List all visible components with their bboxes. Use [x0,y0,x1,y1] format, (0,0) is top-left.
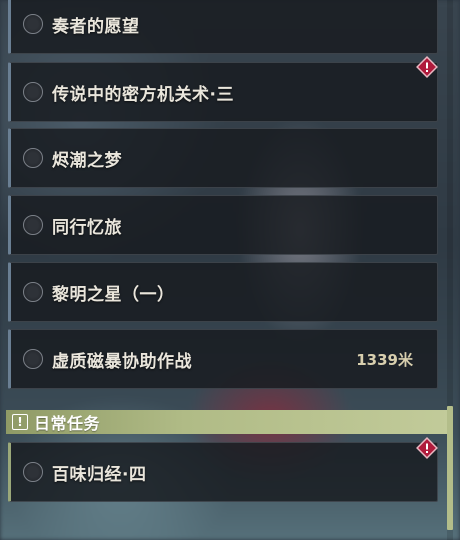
section-label: 日常任务 [34,414,101,433]
quest-title: 奏者的愿望 [52,16,140,37]
quest-track-radio[interactable] [23,148,43,168]
quest-title: 传说中的密方机关术·三 [52,84,234,105]
quest-item-1[interactable]: 奏者的愿望 [8,0,438,54]
quest-title: 虚质磁暴协助作战 [52,351,192,372]
quest-track-radio[interactable] [23,282,43,302]
alert-diamond-icon [416,437,438,459]
quest-title: 黎明之星（一） [52,284,175,305]
quest-distance: 1339米 [356,350,413,369]
daily-quest-item-1[interactable]: 百味归经·四 [8,442,438,502]
daily-quests-header[interactable]: ! 日常任务 [6,410,452,434]
quest-title: 百味归经·四 [52,464,147,485]
quest-title: 同行忆旅 [52,217,122,238]
exclamation-icon: ! [12,414,28,430]
quest-track-radio[interactable] [23,349,43,369]
quest-item-2[interactable]: 传说中的密方机关术·三 [8,62,438,122]
quest-item-3[interactable]: 烬潮之梦 [8,128,438,188]
quest-track-radio[interactable] [23,82,43,102]
quest-track-radio[interactable] [23,462,43,482]
scrollbar-thumb[interactable] [447,406,453,530]
alert-diamond-icon [416,56,438,78]
quest-track-radio[interactable] [23,215,43,235]
quest-item-4[interactable]: 同行忆旅 [8,195,438,255]
quest-item-6[interactable]: 虚质磁暴协助作战 1339米 [8,329,438,389]
quest-item-5[interactable]: 黎明之星（一） [8,262,438,322]
quest-title: 烬潮之梦 [52,150,122,171]
quest-track-radio[interactable] [23,14,43,34]
